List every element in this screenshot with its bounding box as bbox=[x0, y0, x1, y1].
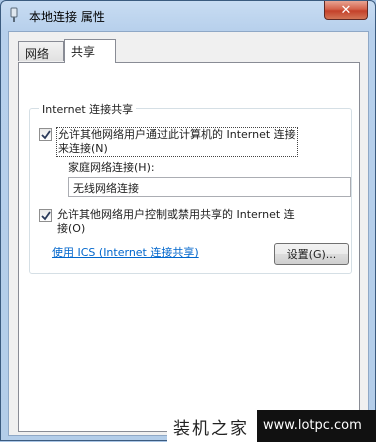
watermark: 装机之家 www.lotpc.com bbox=[167, 410, 376, 442]
allow-connect-line2: 来连接(N) bbox=[58, 142, 108, 155]
allow-control-line1: 允许其他网络用户控制或禁用共享的 Internet 连 bbox=[57, 208, 295, 221]
checkmark-icon bbox=[41, 211, 51, 221]
watermark-url: www.lotpc.com bbox=[257, 410, 376, 442]
ics-group-title: Internet 连接共享 bbox=[39, 101, 137, 117]
title-bar[interactable]: 本地连接 属性 ✕ bbox=[1, 1, 375, 31]
home-network-field[interactable]: 无线网络连接 bbox=[68, 177, 351, 197]
allow-control-label[interactable]: 允许其他网络用户控制或禁用共享的 Internet 连 接(O) bbox=[57, 208, 295, 236]
allow-connect-checkbox[interactable] bbox=[39, 128, 52, 141]
watermark-brand: 装机之家 bbox=[173, 418, 249, 439]
allow-control-line2: 接(O) bbox=[57, 222, 86, 235]
sharing-panel: Internet 连接共享 允许其他网络用户通过此计算机的 Internet 连… bbox=[18, 62, 360, 432]
window-title: 本地连接 属性 bbox=[29, 10, 105, 24]
settings-button-label: 设置(G)... bbox=[286, 248, 337, 261]
tab-network-label: 网络 bbox=[25, 47, 50, 61]
tab-sharing[interactable]: 共享 bbox=[64, 39, 116, 63]
dialog-client: 网络 共享 Internet 连接共享 允许其他网络用户通过此计算机的 Inte… bbox=[8, 31, 369, 436]
close-icon: ✕ bbox=[340, 2, 352, 18]
tab-sharing-label: 共享 bbox=[71, 45, 96, 59]
allow-connect-line1: 允许其他网络用户通过此计算机的 Internet 连接 bbox=[58, 128, 296, 141]
allow-control-checkbox[interactable] bbox=[39, 209, 52, 222]
allow-connect-label[interactable]: 允许其他网络用户通过此计算机的 Internet 连接 来连接(N) bbox=[56, 127, 298, 157]
checkmark-icon bbox=[41, 130, 51, 140]
ics-help-link[interactable]: 使用 ICS (Internet 连接共享) bbox=[52, 244, 199, 260]
home-network-label: 家庭网络连接(H): bbox=[68, 161, 155, 174]
close-button[interactable]: ✕ bbox=[324, 1, 368, 20]
tab-network[interactable]: 网络 bbox=[18, 41, 64, 61]
properties-window: 本地连接 属性 ✕ 网络 共享 Internet 连接共享 允许其他网络用户通过… bbox=[0, 0, 376, 442]
network-adapter-icon bbox=[10, 7, 18, 22]
settings-button[interactable]: 设置(G)... bbox=[274, 243, 349, 265]
